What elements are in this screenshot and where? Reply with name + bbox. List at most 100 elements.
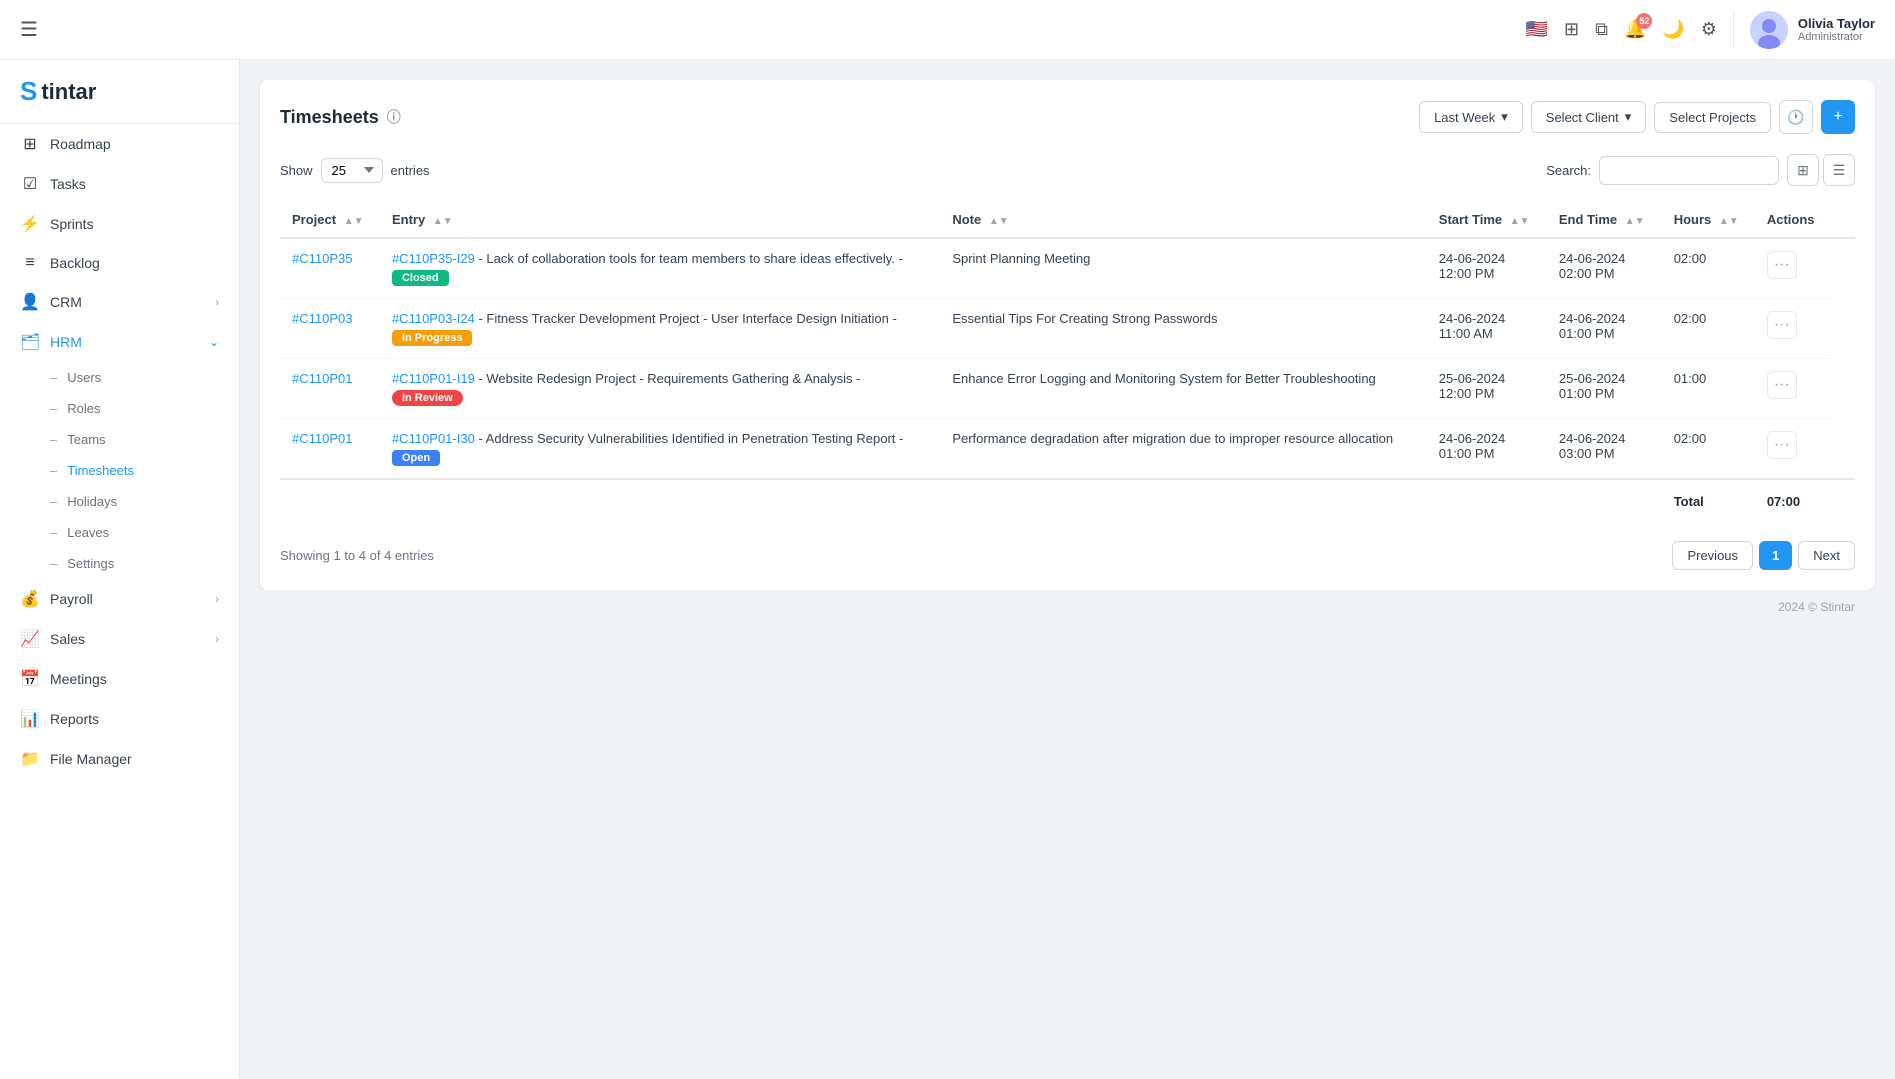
sidebar-subitem-label: Timesheets [67, 463, 134, 478]
grid-plus-icon[interactable]: ⧉ [1595, 19, 1608, 40]
last-week-filter[interactable]: Last Week ▾ [1419, 101, 1523, 133]
entry-id-link[interactable]: #C110P03-I24 [392, 311, 475, 326]
add-timesheet-button[interactable]: + [1821, 100, 1855, 134]
dark-mode-icon[interactable]: 🌙 [1662, 19, 1684, 40]
sidebar-subitem-label: Users [67, 370, 101, 385]
apps-grid-icon[interactable]: ⊞ [1564, 19, 1579, 40]
notification-badge: 52 [1636, 13, 1652, 29]
sidebar-item-leaves[interactable]: Leaves [50, 517, 239, 548]
showing-text: Showing 1 to 4 of 4 entries [280, 548, 434, 563]
menu-toggle[interactable]: ☰ [20, 17, 38, 42]
plus-icon: + [1833, 108, 1842, 126]
previous-button[interactable]: Previous [1672, 541, 1753, 570]
header-right: 🇺🇸 ⊞ ⧉ 🔔 52 🌙 ⚙ Olivia Taylor Administra… [1526, 11, 1875, 49]
end-time: 03:00 PM [1559, 446, 1650, 461]
entry-id-link[interactable]: #C110P01-I30 [392, 431, 475, 446]
select-client-label: Select Client [1546, 110, 1619, 125]
header-left: ☰ [20, 17, 38, 42]
start-time-cell: 24-06-2024 12:00 PM [1427, 238, 1547, 299]
sidebar-subitem-label: Roles [67, 401, 100, 416]
next-button[interactable]: Next [1798, 541, 1855, 570]
sidebar-item-crm[interactable]: 👤 CRM › [0, 282, 239, 322]
hrm-submenu: Users Roles Teams Timesheets Holidays Le… [0, 362, 239, 579]
col-entry[interactable]: Entry ▲▼ [380, 202, 940, 238]
table-row: #C110P01 #C110P01-I30 - Address Security… [280, 419, 1855, 480]
pagination: Previous 1 Next [1672, 541, 1855, 570]
sidebar-item-roadmap[interactable]: ⊞ Roadmap [0, 124, 239, 164]
sidebar-item-meetings[interactable]: 📅 Meetings [0, 659, 239, 699]
sidebar-item-sprints[interactable]: ⚡ Sprints [0, 204, 239, 244]
sidebar-item-sales[interactable]: 📈 Sales › [0, 619, 239, 659]
project-cell: #C110P03 [280, 299, 380, 359]
project-link[interactable]: #C110P03 [292, 311, 352, 326]
col-end-time[interactable]: End Time ▲▼ [1547, 202, 1662, 238]
entry-id-link[interactable]: #C110P35-I29 [392, 251, 475, 266]
sidebar-item-payroll[interactable]: 💰 Payroll › [0, 579, 239, 619]
sidebar-item-users[interactable]: Users [50, 362, 239, 393]
notifications-icon[interactable]: 🔔 52 [1624, 19, 1646, 40]
timer-button[interactable]: 🕐 [1779, 100, 1813, 134]
search-input[interactable] [1599, 156, 1779, 185]
col-start-time[interactable]: Start Time ▲▼ [1427, 202, 1547, 238]
info-icon[interactable]: ⓘ [387, 107, 401, 127]
actions-cell: ··· [1755, 419, 1830, 480]
user-role: Administrator [1798, 31, 1875, 43]
timesheets-card: Timesheets ⓘ Last Week ▾ Select Client ▾… [260, 80, 1875, 590]
sidebar-item-timesheets[interactable]: Timesheets [50, 455, 239, 486]
table-row: #C110P35 #C110P35-I29 - Lack of collabor… [280, 238, 1855, 299]
sidebar-item-backlog[interactable]: ≡ Backlog [0, 244, 239, 282]
entry-id-link[interactable]: #C110P01-I19 [392, 371, 475, 386]
sidebar-item-label: File Manager [50, 751, 132, 767]
start-time: 11:00 AM [1439, 326, 1535, 341]
grid-view-button[interactable]: ⊞ [1787, 154, 1819, 186]
settings-gear-icon[interactable]: ⚙ [1701, 19, 1717, 40]
sidebar-item-roles[interactable]: Roles [50, 393, 239, 424]
col-note[interactable]: Note ▲▼ [940, 202, 1426, 238]
start-date: 25-06-2024 [1439, 371, 1535, 386]
hours-value: 02:00 [1674, 311, 1707, 326]
col-hours[interactable]: Hours ▲▼ [1662, 202, 1755, 238]
note-text: Enhance Error Logging and Monitoring Sys… [952, 371, 1375, 386]
sidebar-item-label: Sprints [50, 216, 94, 232]
sidebar-item-file-manager[interactable]: 📁 File Manager [0, 739, 239, 779]
total-hours: 07:00 [1755, 479, 1830, 521]
sidebar-item-label: Payroll [50, 591, 93, 607]
note-cell: Performance degradation after migration … [940, 419, 1426, 480]
sidebar-item-reports[interactable]: 📊 Reports [0, 699, 239, 739]
select-projects-filter[interactable]: Select Projects [1654, 102, 1771, 133]
end-time-cell: 24-06-2024 01:00 PM [1547, 299, 1662, 359]
col-project[interactable]: Project ▲▼ [280, 202, 380, 238]
search-label: Search: [1546, 163, 1591, 178]
sidebar-item-tasks[interactable]: ☑ Tasks [0, 164, 239, 204]
select-client-filter[interactable]: Select Client ▾ [1531, 101, 1647, 133]
sales-arrow-icon: › [215, 632, 219, 646]
language-flag-icon[interactable]: 🇺🇸 [1526, 19, 1548, 40]
project-link[interactable]: #C110P35 [292, 251, 352, 266]
roadmap-icon: ⊞ [20, 134, 40, 154]
show-label: Show [280, 163, 313, 178]
total-label: Total [1662, 479, 1755, 521]
row-actions-button[interactable]: ··· [1767, 251, 1797, 279]
project-link[interactable]: #C110P01 [292, 431, 352, 446]
user-name: Olivia Taylor [1798, 16, 1875, 31]
file-manager-icon: 📁 [20, 749, 40, 769]
entries-select[interactable]: 25 10 50 100 [321, 158, 383, 183]
entry-sort-icon: ▲▼ [433, 216, 453, 227]
list-view-button[interactable]: ☰ [1823, 154, 1855, 186]
hrm-icon: 🗂 [20, 332, 40, 352]
sidebar-subitem-label: Leaves [67, 525, 109, 540]
sidebar-item-teams[interactable]: Teams [50, 424, 239, 455]
sidebar-item-label: Roadmap [50, 136, 111, 152]
page-number-1[interactable]: 1 [1759, 541, 1792, 570]
sidebar-item-hrm[interactable]: 🗂 HRM ⌄ [0, 322, 239, 362]
total-actions [1830, 479, 1855, 521]
note-cell: Enhance Error Logging and Monitoring Sys… [940, 359, 1426, 419]
row-actions-button[interactable]: ··· [1767, 371, 1797, 399]
start-time: 01:00 PM [1439, 446, 1535, 461]
sidebar-item-settings[interactable]: Settings [50, 548, 239, 579]
row-actions-button[interactable]: ··· [1767, 311, 1797, 339]
row-actions-button[interactable]: ··· [1767, 431, 1797, 459]
sidebar-item-holidays[interactable]: Holidays [50, 486, 239, 517]
project-link[interactable]: #C110P01 [292, 371, 352, 386]
client-dropdown-icon: ▾ [1625, 109, 1632, 125]
